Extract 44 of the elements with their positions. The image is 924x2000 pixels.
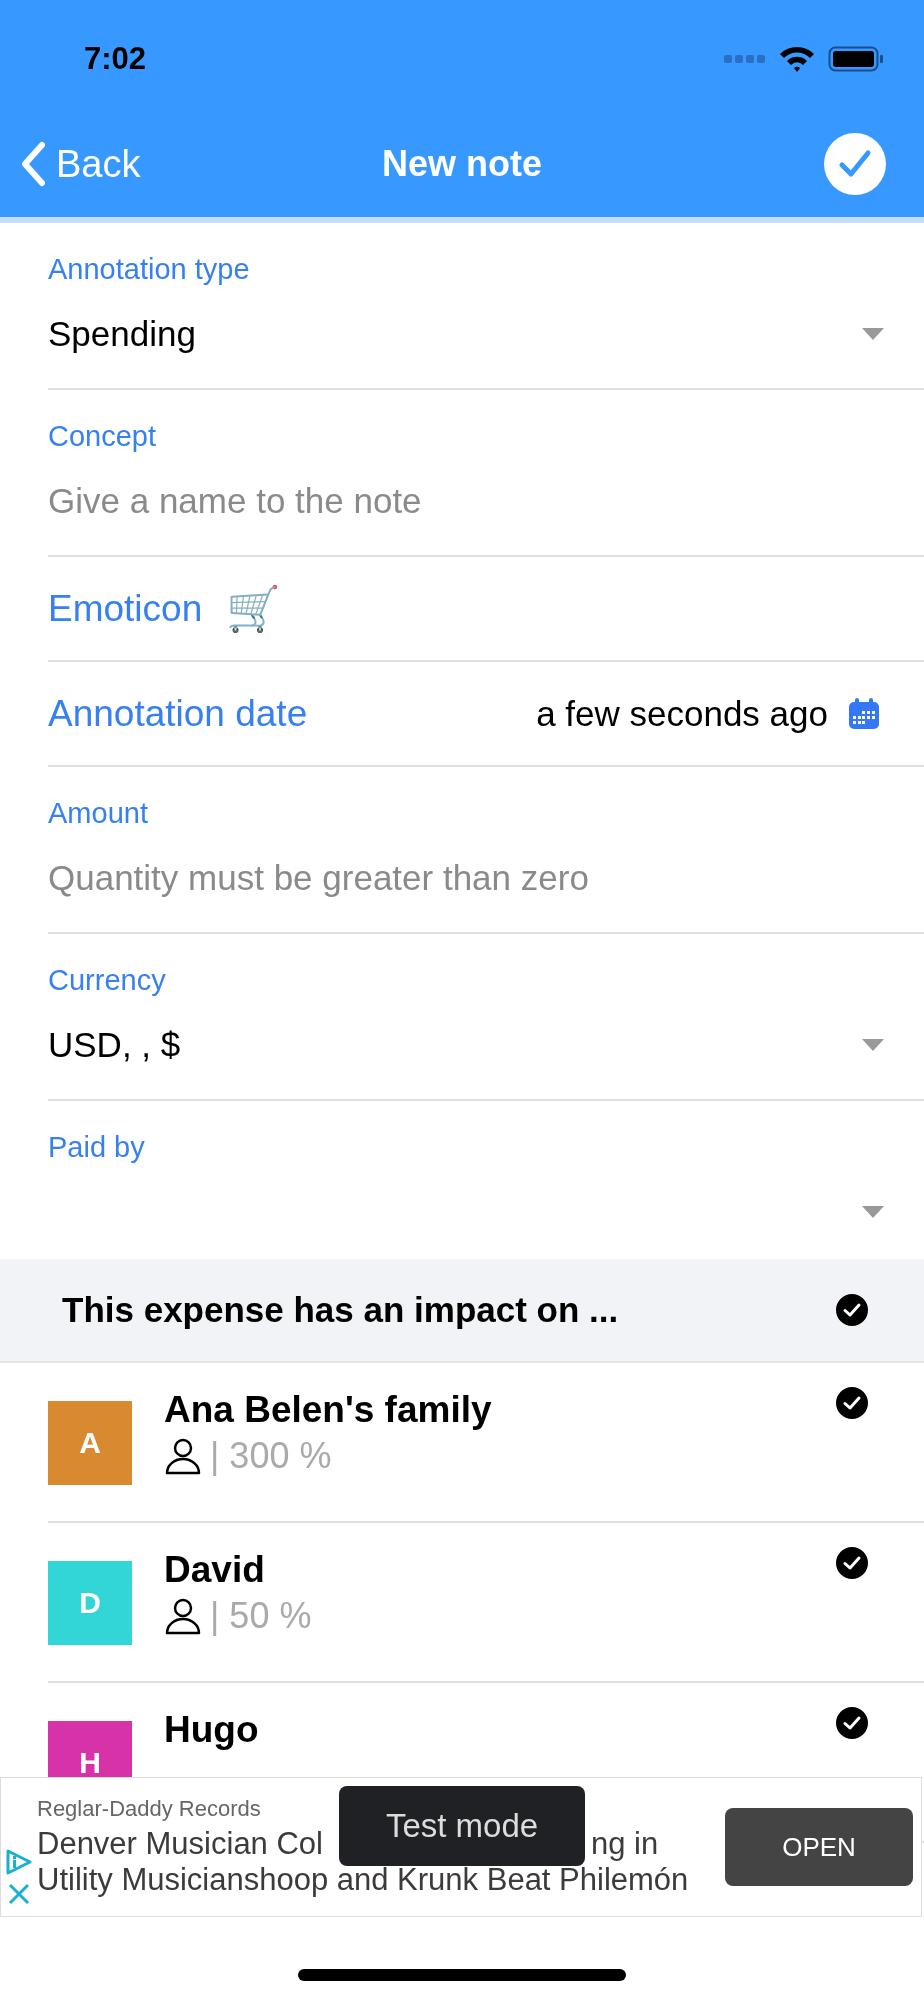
member-name: David: [164, 1549, 266, 1591]
field-label: Annotation date: [48, 692, 308, 735]
field-label: Currency: [48, 964, 167, 997]
section-title: This expense has an impact on ...: [62, 1290, 619, 1330]
screen-title: New note: [382, 143, 542, 185]
member-row[interactable]: A Ana Belen's family | 300 %: [48, 1363, 924, 1523]
field-label: Paid by: [48, 1131, 146, 1164]
dropdown-caret-icon: [862, 1206, 884, 1218]
status-time: 7:02: [84, 41, 147, 77]
avatar: A: [48, 1401, 132, 1485]
person-icon: [164, 1437, 202, 1475]
dropdown-caret-icon: [862, 1039, 884, 1051]
confirm-button[interactable]: [824, 133, 886, 195]
text-input-field[interactable]: Give a name to the note: [48, 479, 924, 523]
chevron-left-icon: [20, 141, 46, 187]
member-row[interactable]: D David | 50 %: [48, 1523, 924, 1683]
check-circle-icon[interactable]: [836, 1547, 868, 1579]
calendar-icon[interactable]: [848, 697, 880, 730]
check-circle-icon[interactable]: [836, 1707, 868, 1739]
dropdown-caret-icon: [862, 328, 884, 340]
emoji-picker[interactable]: 🛒: [226, 582, 282, 635]
date-value[interactable]: a few seconds ago: [536, 693, 828, 734]
open-button[interactable]: OPEN: [725, 1808, 913, 1886]
member-name: Hugo: [164, 1709, 259, 1751]
field-label: Emoticon: [48, 587, 203, 630]
field-label: Amount: [48, 797, 149, 830]
signal-icon: [724, 54, 766, 64]
share-percent: | 50 %: [210, 1595, 312, 1637]
check-circle-icon[interactable]: [836, 1294, 868, 1326]
check-circle-icon[interactable]: [836, 1387, 868, 1419]
close-icon[interactable]: [7, 1882, 31, 1906]
avatar: D: [48, 1561, 132, 1645]
toast: Test mode: [339, 1786, 585, 1866]
wifi-icon: [778, 45, 816, 73]
person-icon: [164, 1597, 202, 1635]
dropdown-field[interactable]: USD, , $: [48, 1023, 924, 1067]
battery-icon: [828, 45, 884, 73]
share-percent: | 300 %: [210, 1435, 332, 1477]
dropdown-field[interactable]: Spending: [48, 312, 924, 356]
field-label: Concept: [48, 420, 157, 453]
field-label: Annotation type: [48, 253, 251, 286]
text-input-field[interactable]: Quantity must be greater than zero: [48, 856, 924, 900]
ad-choices-icon[interactable]: [5, 1848, 33, 1876]
member-name: Ana Belen's family: [164, 1389, 492, 1431]
